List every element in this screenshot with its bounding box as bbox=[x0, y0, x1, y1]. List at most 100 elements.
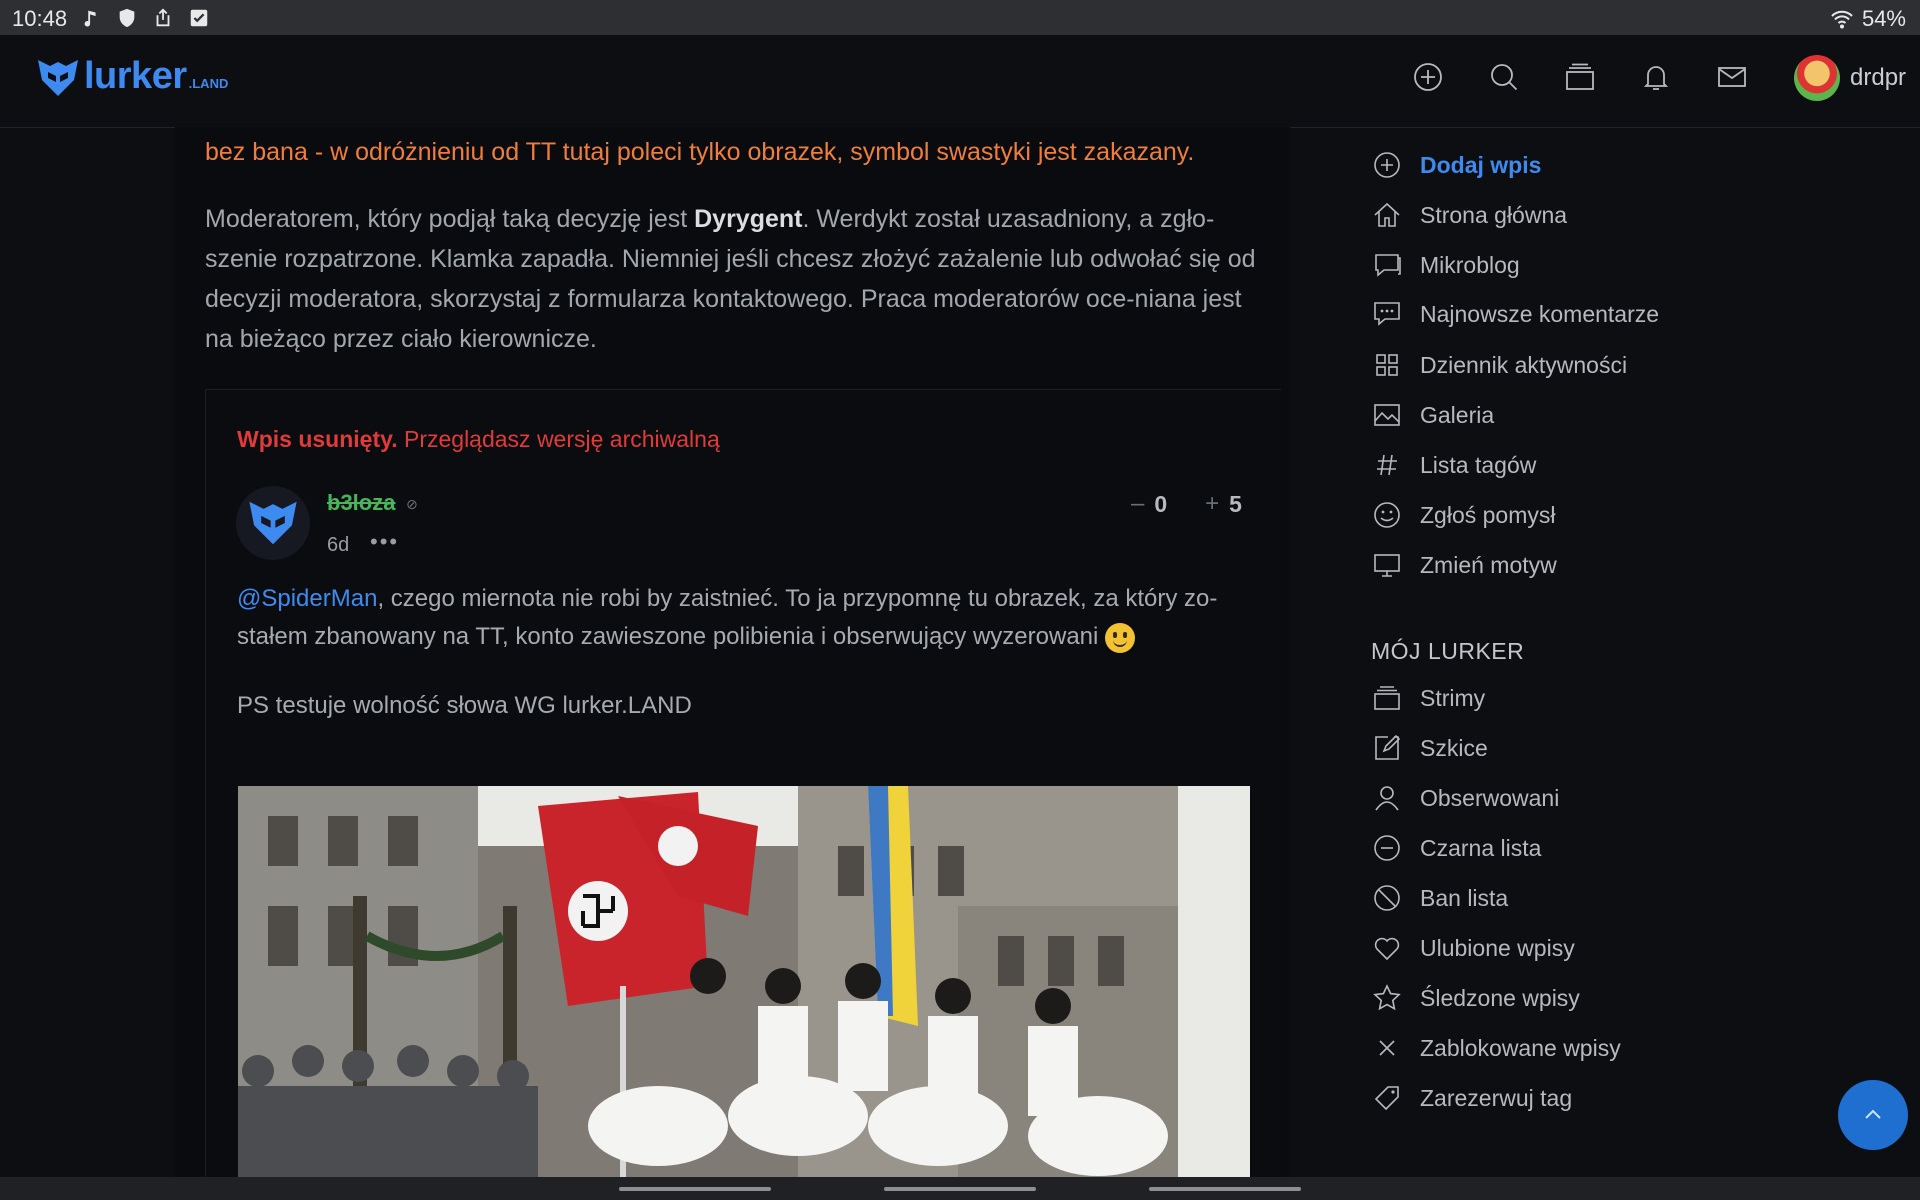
sidebar-item-activity-log[interactable]: Dziennik aktywności bbox=[1370, 347, 1627, 383]
user-icon bbox=[1370, 781, 1404, 815]
search-button[interactable] bbox=[1486, 59, 1521, 94]
share-icon bbox=[156, 8, 170, 27]
sidebar-item-home[interactable]: Strona główna bbox=[1370, 197, 1567, 233]
sidebar-item-latest-comments[interactable]: Najnowsze komentarze bbox=[1370, 296, 1659, 332]
shield-icon bbox=[119, 8, 135, 28]
moderation-notice: Moderatorem, który podjął taką decyzję j… bbox=[205, 199, 1265, 359]
music-note-icon bbox=[84, 10, 96, 27]
sidebar-item-label: Najnowsze komentarze bbox=[1420, 300, 1660, 327]
sidebar-item-label: Zablokowane wpisy bbox=[1420, 1034, 1621, 1061]
sidebar-item-blacklist[interactable]: Czarna lista bbox=[1370, 830, 1541, 866]
nav-handle-left[interactable] bbox=[619, 1187, 771, 1191]
sidebar-item-label: Ban lista bbox=[1420, 884, 1509, 911]
sidebar-item-microblog[interactable]: Mikroblog bbox=[1370, 247, 1520, 283]
nav-handle-center[interactable] bbox=[884, 1187, 1036, 1191]
nav-handle-right[interactable] bbox=[1149, 1187, 1301, 1191]
sidebar-item-label: Galeria bbox=[1420, 401, 1495, 428]
search-icon bbox=[1490, 63, 1517, 90]
sidebar-item-label: Dziennik aktywności bbox=[1420, 351, 1628, 378]
system-navigation-bar bbox=[0, 1177, 1920, 1200]
deleted-label: Wpis usunięty. bbox=[237, 426, 398, 452]
layers-icon bbox=[1565, 63, 1594, 90]
sidebar-item-label: Zarezerwuj tag bbox=[1420, 1084, 1573, 1111]
header-actions bbox=[1410, 59, 1749, 94]
section-title-my-lurker: MÓJ LURKER bbox=[1371, 638, 1525, 664]
moderation-text-before: Moderatorem, który podjął taką decyzję j… bbox=[205, 205, 695, 233]
notifications-button[interactable] bbox=[1638, 59, 1673, 94]
sidebar-item-drafts[interactable]: Szkice bbox=[1370, 730, 1488, 766]
sidebar-item-suggest-idea[interactable]: Zgłoś pomysł bbox=[1370, 497, 1555, 533]
lurker-logo-icon bbox=[249, 501, 297, 545]
sidebar-item-label: Obserwowani bbox=[1420, 784, 1560, 811]
tag-icon bbox=[1370, 1081, 1404, 1115]
sidebar-item-label: Ulubione wpisy bbox=[1420, 934, 1575, 961]
author-name[interactable]: b3loza bbox=[327, 490, 395, 516]
image-icon bbox=[1370, 398, 1404, 432]
heart-icon bbox=[1370, 931, 1404, 965]
sidebar-item-label: Strona główna bbox=[1420, 201, 1568, 228]
deleted-notice: Wpis usunięty. Przeglądasz wersję archiw… bbox=[237, 426, 720, 453]
sidebar-item-favorites[interactable]: Ulubione wpisy bbox=[1370, 930, 1575, 966]
system-status-bar: 10:48 54% bbox=[0, 0, 1920, 35]
sidebar-item-label: Czarna lista bbox=[1420, 834, 1542, 861]
downvote-button[interactable]: – bbox=[1131, 490, 1144, 518]
rss-icon: ⊘ bbox=[406, 496, 418, 512]
scroll-to-top-button[interactable] bbox=[1838, 1080, 1908, 1150]
upvote-button[interactable]: + bbox=[1205, 490, 1219, 518]
edit-icon bbox=[1370, 731, 1404, 765]
username: drdpr bbox=[1850, 64, 1907, 91]
author-avatar[interactable] bbox=[236, 486, 310, 560]
sidebar-item-label: Zmień motyw bbox=[1420, 551, 1557, 578]
post-body: @SpiderMan, czego miernota nie robi by z… bbox=[237, 580, 1247, 656]
moderator-name[interactable]: Dyrygent bbox=[694, 205, 802, 233]
main-content: bez bana - w odróżnieniu od TT tutaj pol… bbox=[175, 127, 1290, 1177]
logo-mark-icon bbox=[38, 60, 78, 96]
user-avatar bbox=[1794, 55, 1840, 101]
sidebar-item-label: Lista tagów bbox=[1420, 451, 1537, 478]
sidebar-item-tag-list[interactable]: Lista tagów bbox=[1370, 447, 1536, 483]
post-ps: PS testuje wolność słowa WG lurker.LAND bbox=[237, 692, 692, 719]
wifi-icon bbox=[1831, 10, 1853, 29]
sidebar-item-add-entry[interactable]: Dodaj wpis bbox=[1370, 147, 1541, 183]
sidebar-item-followed[interactable]: Obserwowani bbox=[1370, 780, 1559, 816]
status-time: 10:48 bbox=[12, 6, 68, 31]
user-menu[interactable]: drdpr bbox=[1794, 55, 1906, 101]
post-image[interactable] bbox=[238, 786, 1250, 1177]
star-icon bbox=[1370, 981, 1404, 1015]
messages-button[interactable] bbox=[1714, 59, 1749, 94]
downvote-count: 0 bbox=[1154, 490, 1168, 517]
chat-bubble-icon bbox=[1370, 248, 1404, 282]
more-options-button[interactable]: ••• bbox=[370, 529, 399, 555]
bell-icon bbox=[1643, 65, 1668, 90]
sidebar-item-streams[interactable]: Strimy bbox=[1370, 680, 1485, 716]
warning-text: bez bana - w odróżnieniu od TT tutaj pol… bbox=[205, 138, 1195, 166]
logo-text: lurker bbox=[84, 55, 187, 97]
hash-icon bbox=[1370, 448, 1404, 482]
sidebar-item-ban-list[interactable]: Ban lista bbox=[1370, 880, 1508, 916]
post-body-text: , czego miernota nie robi by zaistnieć. … bbox=[237, 585, 1218, 650]
sidebar-item-label: Strimy bbox=[1420, 684, 1486, 711]
post-photo bbox=[238, 786, 1250, 1177]
upvote-count: 5 bbox=[1229, 490, 1242, 517]
site-logo[interactable]: lurker .LAND bbox=[36, 55, 228, 98]
sidebar-item-reserve-tag[interactable]: Zarezerwuj tag bbox=[1370, 1080, 1572, 1116]
minus-circle-icon bbox=[1370, 831, 1404, 865]
post-age: 6d bbox=[327, 534, 350, 556]
sidebar-item-blocked[interactable]: Zablokowane wpisy bbox=[1370, 1030, 1621, 1066]
notification-icons bbox=[80, 7, 210, 29]
sidebar-item-label: Zgłoś pomysł bbox=[1420, 501, 1556, 528]
checkbox-icon bbox=[190, 9, 208, 27]
sidebar-item-label: Dodaj wpis bbox=[1420, 151, 1542, 178]
sidebar-item-gallery[interactable]: Galeria bbox=[1370, 397, 1494, 433]
plus-circle-icon bbox=[1370, 148, 1404, 182]
monitor-icon bbox=[1370, 548, 1404, 582]
sidebar-item-label: Szkice bbox=[1420, 734, 1488, 761]
ban-icon bbox=[1370, 881, 1404, 915]
mention-link[interactable]: @SpiderMan bbox=[237, 585, 377, 612]
streams-button[interactable] bbox=[1562, 59, 1597, 94]
sidebar-item-change-theme[interactable]: Zmień motyw bbox=[1370, 547, 1557, 583]
sidebar-item-label: Mikroblog bbox=[1420, 251, 1520, 278]
add-entry-button[interactable] bbox=[1410, 59, 1445, 94]
sidebar-item-tracked[interactable]: Śledzone wpisy bbox=[1370, 980, 1580, 1016]
battery-percent: 54% bbox=[1861, 6, 1906, 31]
